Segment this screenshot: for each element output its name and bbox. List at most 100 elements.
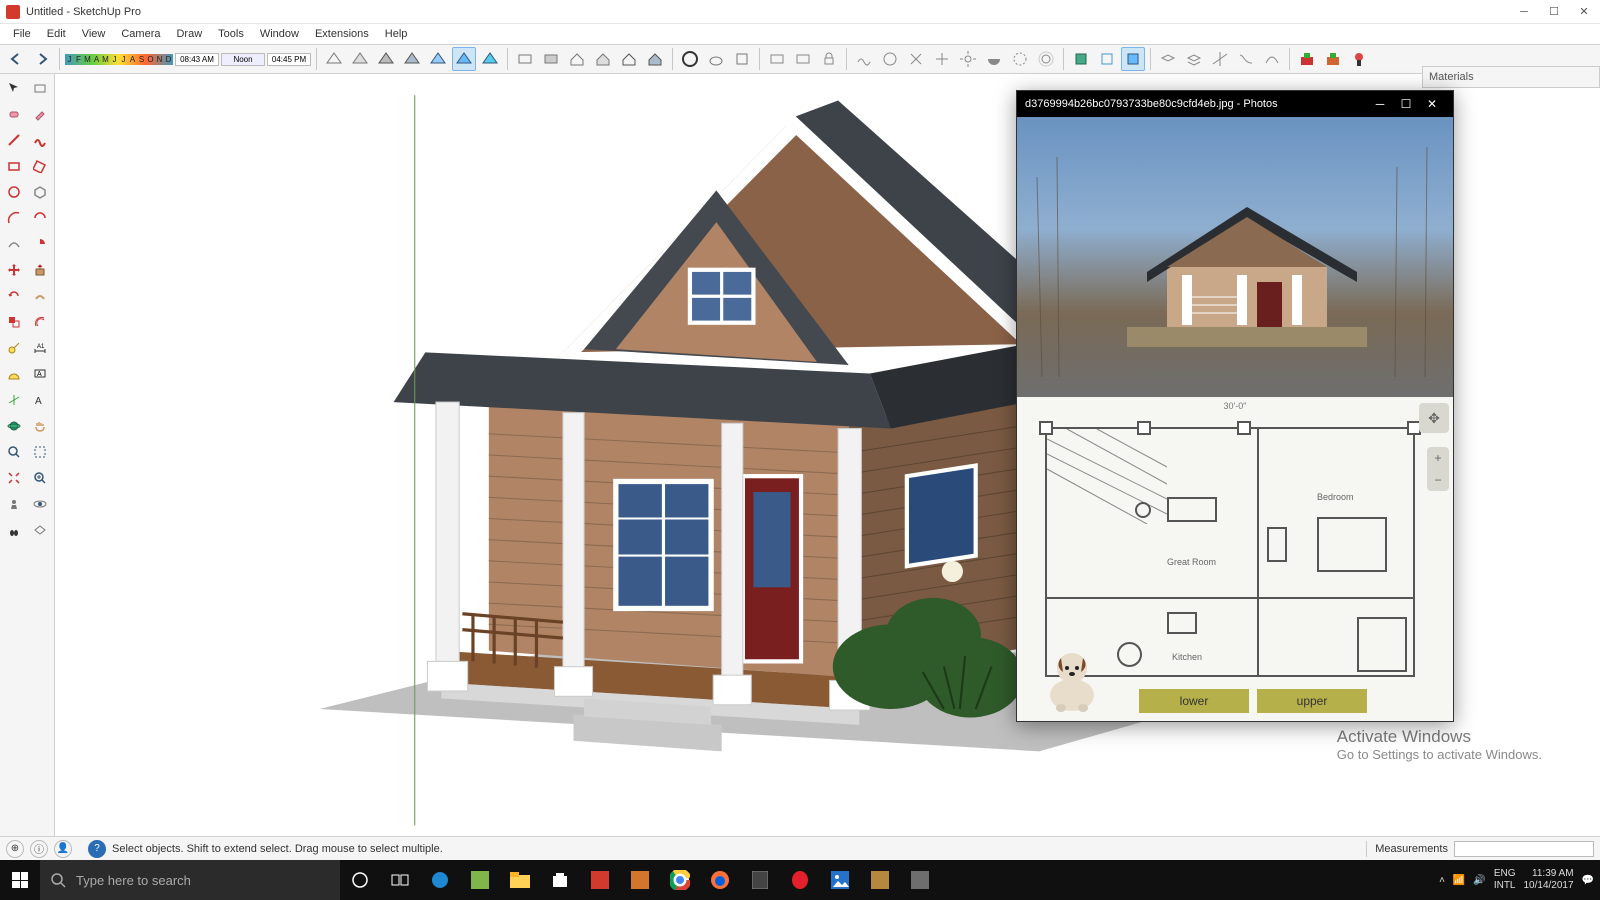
- dynamic-comp-icon[interactable]: [513, 47, 537, 71]
- circle-tool[interactable]: [2, 180, 26, 204]
- floorplan-lower-button[interactable]: lower: [1139, 689, 1249, 713]
- photos-minimize[interactable]: ─: [1367, 97, 1393, 111]
- photos-titlebar[interactable]: d3769994b26bc0793733be80c9cfd4eb.jpg - P…: [1017, 91, 1453, 117]
- solid-3-icon[interactable]: [1121, 47, 1145, 71]
- credits-status-icon[interactable]: ⓘ: [30, 840, 48, 858]
- photos-window[interactable]: d3769994b26bc0793733be80c9cfd4eb.jpg - P…: [1016, 90, 1454, 722]
- dims-icon[interactable]: [1234, 47, 1258, 71]
- app1-icon[interactable]: [860, 860, 900, 900]
- pan-tool[interactable]: [28, 414, 52, 438]
- plugin-1-icon[interactable]: [1295, 47, 1319, 71]
- menu-tools[interactable]: Tools: [211, 26, 251, 42]
- move-tool[interactable]: [2, 258, 26, 282]
- geo-icon[interactable]: [1034, 47, 1058, 71]
- component-tool[interactable]: [28, 76, 52, 100]
- volume-icon[interactable]: 🔊: [1473, 875, 1485, 886]
- outliner-icon[interactable]: [539, 47, 563, 71]
- tape-tool[interactable]: [2, 336, 26, 360]
- sandbox-3-icon[interactable]: [904, 47, 928, 71]
- pushpull-tool[interactable]: [28, 258, 52, 282]
- fog-icon[interactable]: [1008, 47, 1032, 71]
- close-button[interactable]: ✕: [1578, 6, 1590, 18]
- extwarehouse-icon[interactable]: [643, 47, 667, 71]
- layout-icon[interactable]: [620, 860, 660, 900]
- notifications-icon[interactable]: 💬: [1582, 875, 1594, 886]
- style-shadedtex-icon[interactable]: [400, 47, 424, 71]
- walk-tool[interactable]: [2, 518, 26, 542]
- polygon-tool[interactable]: [28, 180, 52, 204]
- time-am[interactable]: 08:43 AM: [175, 53, 219, 66]
- style-wireframe-icon[interactable]: [322, 47, 346, 71]
- network-icon[interactable]: 📶: [1453, 875, 1465, 886]
- arc-tool[interactable]: [2, 206, 26, 230]
- pie-tool[interactable]: [28, 232, 52, 256]
- maximize-button[interactable]: ☐: [1548, 6, 1560, 18]
- 2pt-arc-tool[interactable]: [28, 206, 52, 230]
- notepadpp-icon[interactable]: [460, 860, 500, 900]
- menu-draw[interactable]: Draw: [169, 26, 209, 42]
- zoom-tool[interactable]: [2, 440, 26, 464]
- layers-icon[interactable]: [1156, 47, 1180, 71]
- claim-status-icon[interactable]: 👤: [54, 840, 72, 858]
- taskbar-search[interactable]: Type here to search: [40, 860, 340, 900]
- shadow-icon[interactable]: [982, 47, 1006, 71]
- photos-taskbar-icon[interactable]: [820, 860, 860, 900]
- menu-edit[interactable]: Edit: [40, 26, 73, 42]
- zoom-extents-tool[interactable]: [2, 466, 26, 490]
- section-plane-tool[interactable]: [28, 518, 52, 542]
- freehand-tool[interactable]: [28, 128, 52, 152]
- scene-next-icon[interactable]: [791, 47, 815, 71]
- axes-tool[interactable]: [2, 388, 26, 412]
- circle-bold-icon[interactable]: [678, 47, 702, 71]
- opera-icon[interactable]: [780, 860, 820, 900]
- box-icon[interactable]: [730, 47, 754, 71]
- store-icon[interactable]: [540, 860, 580, 900]
- orbit-tool[interactable]: [2, 414, 26, 438]
- month-strip[interactable]: JFMAMJJASOND: [65, 54, 173, 65]
- menu-view[interactable]: View: [75, 26, 113, 42]
- minimize-button[interactable]: ─: [1518, 6, 1530, 18]
- plugin-2-icon[interactable]: [1321, 47, 1345, 71]
- fp-pan-icon[interactable]: ✥: [1419, 403, 1449, 433]
- geo-status-icon[interactable]: ⊕: [6, 840, 24, 858]
- solid-1-icon[interactable]: [1069, 47, 1093, 71]
- taskview-icon[interactable]: [380, 860, 420, 900]
- rectangle-tool[interactable]: [2, 154, 26, 178]
- help-status-icon[interactable]: ?: [88, 840, 106, 858]
- time-noon[interactable]: Noon: [221, 53, 265, 66]
- plugin-3-icon[interactable]: [1347, 47, 1371, 71]
- look-around-tool[interactable]: [28, 492, 52, 516]
- chrome-icon[interactable]: [660, 860, 700, 900]
- share-icon[interactable]: [591, 47, 615, 71]
- start-button[interactable]: [0, 860, 40, 900]
- cortana-icon[interactable]: [340, 860, 380, 900]
- rotated-rect-tool[interactable]: [28, 154, 52, 178]
- offset-tool[interactable]: [28, 310, 52, 334]
- rotate-tool[interactable]: [2, 284, 26, 308]
- section-icon[interactable]: [1182, 47, 1206, 71]
- floorplan-upper-button[interactable]: upper: [1257, 689, 1367, 713]
- 3dwarehouse-icon[interactable]: [617, 47, 641, 71]
- menu-window[interactable]: Window: [253, 26, 306, 42]
- previous-tool[interactable]: [28, 466, 52, 490]
- zoom-window-tool[interactable]: [28, 440, 52, 464]
- solid-2-icon[interactable]: [1095, 47, 1119, 71]
- text-tool[interactable]: A: [28, 362, 52, 386]
- style-back-icon[interactable]: [478, 47, 502, 71]
- app2-icon[interactable]: [900, 860, 940, 900]
- calculator-icon[interactable]: [740, 860, 780, 900]
- time-pm[interactable]: 04:45 PM: [267, 53, 311, 66]
- menu-file[interactable]: File: [6, 26, 38, 42]
- menu-camera[interactable]: Camera: [114, 26, 167, 42]
- select-tool[interactable]: [2, 76, 26, 100]
- firefox-icon[interactable]: [700, 860, 740, 900]
- sandbox-2-icon[interactable]: [878, 47, 902, 71]
- style-hidden-icon[interactable]: [348, 47, 372, 71]
- scale-tool[interactable]: [2, 310, 26, 334]
- style-xray-icon[interactable]: [452, 47, 476, 71]
- explorer-icon[interactable]: [500, 860, 540, 900]
- dimension-tool[interactable]: A1: [28, 336, 52, 360]
- shadow-timeline[interactable]: JFMAMJJASOND 08:43 AM Noon 04:45 PM: [65, 53, 311, 66]
- menu-extensions[interactable]: Extensions: [308, 26, 376, 42]
- followme-tool[interactable]: [28, 284, 52, 308]
